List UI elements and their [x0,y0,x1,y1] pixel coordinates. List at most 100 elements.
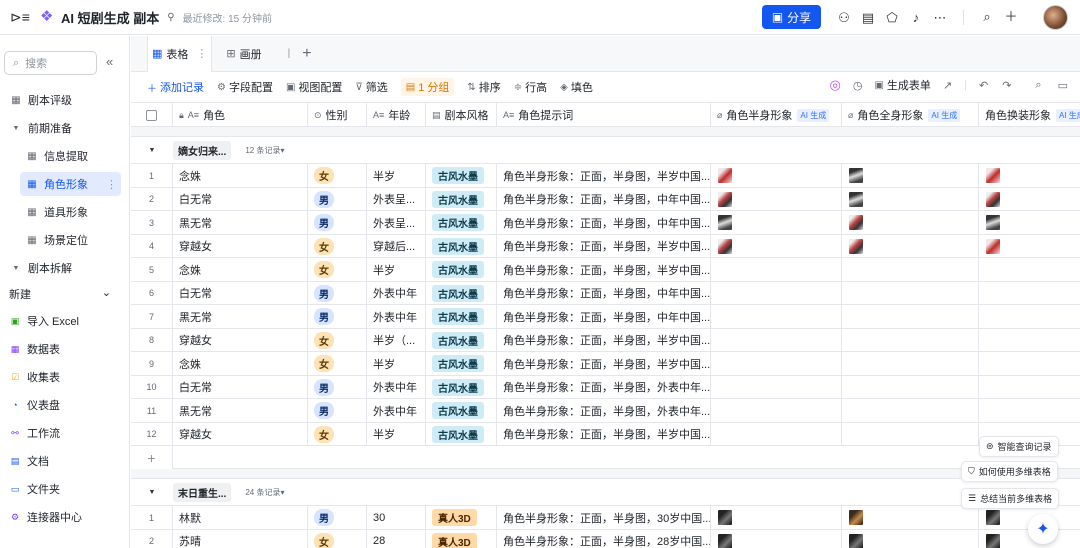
table-row[interactable]: 9 念姝女 半岁 古风水墨 角色半身形象：正面，半身图，半岁中国... [131,352,1080,376]
full-body-cell[interactable] [842,529,979,548]
form-item[interactable]: ☑ 收集表 [9,367,60,387]
style-cell[interactable]: 古风水墨 [426,187,497,211]
role-cell[interactable]: 念姝 [173,258,308,281]
age-cell[interactable]: 30 [367,506,426,529]
half-body-cell[interactable] [711,305,842,328]
style-cell[interactable]: 古风水墨 [426,234,497,258]
table-row[interactable]: 7 黑无常男 外表中年 古风水墨 角色半身形象：正面，半身图，中年中国... [131,305,1080,329]
gender-cell[interactable]: 男 [308,399,367,422]
full-body-cell[interactable] [842,352,979,375]
style-cell[interactable]: 真人3D [426,529,497,548]
character-thumbnail[interactable] [849,168,863,183]
col-half-body[interactable]: ⌀ 角色半身形象 AI 生成 [711,103,842,127]
style-cell[interactable]: 古风水墨 [426,281,497,305]
character-thumbnail[interactable] [849,215,863,230]
summarize-button[interactable]: ☰ 总结当前多维表格 [961,488,1060,509]
full-body-cell[interactable] [842,506,979,529]
character-thumbnail[interactable] [986,215,1000,230]
age-cell[interactable]: 半岁 [367,352,426,375]
style-cell[interactable]: 真人3D [426,506,497,529]
age-cell[interactable]: 半岁（... [367,328,426,352]
table-row[interactable]: 1 念姝女 半岁 古风水墨 角色半身形象：正面，半身图，半岁中国... [131,164,1080,188]
chevron-down-icon[interactable]: ▾ [280,146,284,155]
age-cell[interactable]: 外表呈... [367,211,426,234]
search-icon[interactable]: ⌕ [975,7,999,27]
add-record-button[interactable]: ＋添加记录 [147,79,204,95]
table-row[interactable]: 12 穿越女女 半岁 古风水墨 角色半身形象：正面，半身图，半岁中国... [131,422,1080,446]
field-config-button[interactable]: ⚙ 字段配置 [217,79,273,95]
prompt-cell[interactable]: 角色半身形象：正面，半身图，中年中国... [497,305,711,328]
character-thumbnail[interactable] [849,533,863,548]
robot-icon[interactable]: ⚇ [832,8,856,28]
gender-cell[interactable]: 女 [308,234,367,258]
full-body-cell[interactable] [842,281,979,305]
table-row[interactable]: 5 念姝女 半岁 古风水墨 角色半身形象：正面，半身图，半岁中国... [131,258,1080,282]
prompt-cell[interactable]: 角色半身形象：正面，半身图，中年中国... [497,187,711,211]
costume-cell[interactable] [979,282,1080,305]
character-thumbnail[interactable] [986,168,1000,183]
prompt-cell[interactable]: 角色半身形象：正面，半身图，28岁中国... [497,529,711,548]
table-row[interactable]: 2 白无常男 外表呈... 古风水墨 角色半身形象：正面，半身图，中年中国... [131,187,1080,211]
bell-icon[interactable]: ♪ [904,8,928,28]
half-body-cell[interactable] [711,328,842,352]
costume-cell[interactable] [979,329,1080,352]
gender-cell[interactable]: 男 [308,305,367,328]
half-body-cell[interactable] [711,164,842,187]
full-body-cell[interactable] [842,187,979,211]
role-cell[interactable]: 林默 [173,506,308,529]
row-height-button[interactable]: ≑ 行高 [514,79,547,95]
view-config-button[interactable]: ▣ 视图配置 [286,79,342,95]
half-body-cell[interactable] [711,529,842,548]
group-button[interactable]: ▤ 1 分组 [400,78,455,96]
table-row[interactable]: 11 黑无常男 外表中年 古风水墨 角色半身形象：正面，半身图，外表中年... [131,399,1080,423]
prompt-cell[interactable]: 角色半身形象：正面，半身图，半岁中国... [497,258,711,281]
costume-cell[interactable] [979,164,1080,187]
role-cell[interactable]: 穿越女 [173,328,308,352]
age-cell[interactable]: 外表中年 [367,375,426,399]
character-thumbnail[interactable] [849,238,863,254]
costume-cell[interactable] [979,188,1080,211]
costume-cell[interactable] [979,352,1080,375]
prompt-cell[interactable]: 角色半身形象：正面，半身图，半岁中国... [497,164,711,187]
full-body-cell[interactable] [842,305,979,328]
col-role[interactable]: 🔒︎ A≡ 角色 [173,103,308,127]
role-cell[interactable]: 黑无常 [173,399,308,422]
character-thumbnail[interactable] [849,510,863,525]
full-body-cell[interactable] [842,328,979,352]
tab-table[interactable]: ▦ 表格 ⋮ [147,35,213,72]
more-icon[interactable]: ⋮ [196,47,207,60]
sidebar-item-scene[interactable]: ▦ 场景定位 [26,228,148,252]
prompt-cell[interactable]: 角色半身形象：正面，半身图，半岁中国... [497,352,711,375]
half-body-cell[interactable] [711,211,842,234]
character-thumbnail[interactable] [718,168,732,183]
age-cell[interactable]: 半岁 [367,258,426,281]
full-body-cell[interactable] [842,375,979,399]
character-thumbnail[interactable] [986,510,1000,525]
connector-item[interactable]: ⚙ 连接器中心 [9,507,82,527]
style-cell[interactable]: 古风水墨 [426,422,497,446]
age-cell[interactable]: 穿越后... [367,234,426,258]
generate-form-button[interactable]: ▣ 生成表单 [874,77,930,93]
role-cell[interactable]: 白无常 [173,281,308,305]
prompt-cell[interactable]: 角色半身形象：正面，半身图，半岁中国... [497,422,711,446]
style-cell[interactable]: 古风水墨 [426,211,497,234]
gender-cell[interactable]: 男 [308,281,367,305]
redo-icon[interactable]: ↷ [1002,79,1011,92]
half-body-cell[interactable] [711,375,842,399]
col-prompt[interactable]: A≡ 角色提示词 [497,103,711,127]
gender-cell[interactable]: 男 [308,375,367,399]
sort-button[interactable]: ⇅ 排序 [467,79,500,95]
gender-cell[interactable]: 男 [308,211,367,234]
age-cell[interactable]: 28 [367,529,426,548]
tab-gallery[interactable]: ⊞ 画册 [222,36,265,72]
pin-icon[interactable]: ⚲ [167,12,174,23]
share-view-icon[interactable]: ↗ [943,79,952,92]
sidebar-item-prep[interactable]: ▼ 前期准备 [10,116,132,140]
document-icon[interactable]: ▤ [856,8,880,28]
prompt-cell[interactable]: 角色半身形象：正面，半身图，外表中年... [497,399,711,422]
costume-cell[interactable] [979,211,1080,234]
half-body-cell[interactable] [711,281,842,305]
age-cell[interactable]: 外表中年 [367,305,426,328]
chevron-down-icon[interactable]: ▾ [280,488,284,497]
full-body-cell[interactable] [842,164,979,187]
